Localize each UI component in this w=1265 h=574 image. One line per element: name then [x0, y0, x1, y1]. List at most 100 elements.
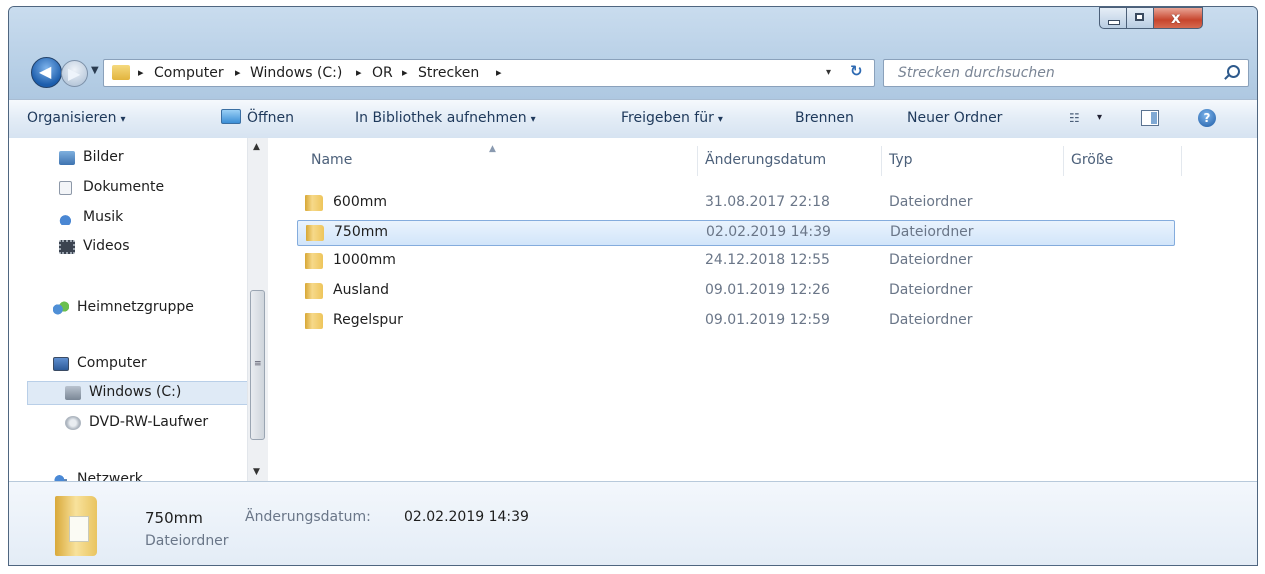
navigation-pane: Bilder Dokumente Musik Videos Heimnetzgr… [9, 138, 272, 487]
column-divider[interactable] [881, 146, 882, 176]
folder-icon [305, 195, 323, 211]
open-button[interactable]: Öffnen [247, 110, 294, 126]
scroll-up-icon[interactable]: ▲ [253, 142, 260, 152]
nav-item-label: Musik [83, 209, 124, 225]
burn-button[interactable]: Brennen [795, 110, 854, 126]
scroll-grip-icon: ≡ [254, 359, 262, 369]
pictures-icon [59, 151, 75, 165]
details-date-label: Änderungsdatum: [245, 509, 371, 525]
search-icon[interactable] [1227, 65, 1240, 78]
include-library-label: In Bibliothek aufnehmen [355, 110, 527, 126]
details-type: Dateiordner [145, 533, 229, 549]
share-button[interactable]: Freigeben für ▾ [621, 110, 723, 126]
breadcrumb-separator[interactable]: ▸ [356, 66, 362, 79]
refresh-icon[interactable]: ↻ [850, 62, 863, 80]
maximize-icon [1135, 13, 1144, 21]
nav-item-label: Dokumente [83, 179, 165, 195]
chevron-down-icon: ▾ [717, 114, 723, 125]
breadcrumb-separator[interactable]: ▸ [496, 66, 502, 79]
breadcrumb-strecken[interactable]: Strecken [418, 65, 479, 81]
nav-item-label: Heimnetzgruppe [77, 299, 194, 315]
include-library-button[interactable]: In Bibliothek aufnehmen ▾ [355, 110, 536, 126]
forward-arrow-icon: ▶ [68, 64, 81, 83]
file-type: Dateiordner [889, 282, 973, 298]
drive-icon [65, 386, 81, 400]
column-divider[interactable] [697, 146, 698, 176]
back-button[interactable]: ◀ [31, 57, 62, 88]
preview-pane-icon[interactable] [1141, 110, 1159, 126]
recent-locations-dropdown[interactable]: ▼ [91, 65, 99, 76]
breadcrumb-separator[interactable]: ▸ [402, 66, 408, 79]
file-list: ▲ Name Änderungsdatum Typ Größe 600mm 31… [271, 138, 1257, 481]
column-divider[interactable] [1063, 146, 1064, 176]
file-name: 600mm [333, 194, 387, 210]
view-options-icon[interactable]: ☷ [1069, 111, 1080, 125]
scroll-down-icon[interactable]: ▼ [253, 467, 260, 477]
share-label: Freigeben für [621, 110, 714, 126]
folder-icon [112, 65, 130, 80]
details-name: 750mm [145, 509, 203, 527]
column-header-name[interactable]: Name [311, 152, 352, 168]
nav-item-label: Bilder [83, 149, 124, 165]
nav-item-label: Videos [83, 238, 130, 254]
command-bar: Organisieren ▾ Öffnen In Bibliothek aufne… [9, 99, 1257, 139]
organize-label: Organisieren [27, 110, 117, 126]
breadcrumb-or[interactable]: OR [372, 65, 393, 81]
file-row[interactable]: 1000mm 24.12.2018 12:55 Dateiordner [297, 249, 1175, 275]
breadcrumb-separator[interactable]: ▸ [138, 66, 144, 79]
file-name: 1000mm [333, 252, 396, 268]
nav-item-label: Windows (C:) [89, 384, 182, 400]
computer-icon [53, 357, 69, 371]
column-header-date[interactable]: Änderungsdatum [705, 152, 826, 168]
maximize-button[interactable] [1126, 7, 1154, 29]
column-header-type[interactable]: Typ [889, 152, 913, 168]
minimize-icon [1108, 20, 1120, 25]
details-pane: 750mm Dateiordner Änderungsdatum: 02.02.… [9, 481, 1257, 565]
file-type: Dateiordner [890, 224, 974, 240]
file-row[interactable]: Regelspur 09.01.2019 12:59 Dateiordner [297, 309, 1175, 335]
chevron-down-icon: ▾ [120, 114, 126, 125]
file-row-selected[interactable]: 750mm 02.02.2019 14:39 Dateiordner [297, 220, 1175, 246]
search-input[interactable]: Strecken durchsuchen [898, 65, 1055, 81]
minimize-button[interactable] [1099, 7, 1127, 29]
breadcrumb-computer[interactable]: Computer [154, 65, 224, 81]
new-folder-button[interactable]: Neuer Ordner [907, 110, 1002, 126]
nav-pane-scrollbar[interactable]: ▲ ≡ ▼ [247, 138, 268, 481]
file-row[interactable]: 600mm 31.08.2017 22:18 Dateiordner [297, 191, 1175, 217]
nav-item-label: DVD-RW-Laufwer [89, 414, 209, 430]
dvd-drive-icon [65, 416, 81, 430]
breadcrumb-separator[interactable]: ▸ [235, 66, 241, 79]
explorer-window: x ◀ ▶ ▼ ▸ Computer ▸ Windows (C:) ▸ OR ▸… [8, 6, 1258, 566]
music-icon [59, 211, 75, 225]
file-date: 09.01.2019 12:59 [705, 312, 830, 328]
file-date: 02.02.2019 14:39 [706, 224, 831, 240]
details-date-value: 02.02.2019 14:39 [404, 509, 529, 525]
file-name: 750mm [334, 224, 388, 240]
search-box[interactable]: Strecken durchsuchen [883, 59, 1249, 87]
breadcrumb-windows-c[interactable]: Windows (C:) [250, 65, 342, 81]
address-bar[interactable]: ▸ Computer ▸ Windows (C:) ▸ OR ▸ Strecke… [103, 59, 875, 87]
file-type: Dateiordner [889, 252, 973, 268]
close-icon: x [1171, 9, 1181, 27]
file-type: Dateiordner [889, 312, 973, 328]
folder-icon [306, 225, 324, 241]
address-dropdown-icon[interactable]: ▾ [826, 67, 831, 78]
column-divider[interactable] [1181, 146, 1182, 176]
chevron-down-icon[interactable]: ▾ [1097, 112, 1102, 123]
sort-ascending-icon: ▲ [489, 144, 496, 154]
homegroup-icon [53, 301, 69, 315]
column-header-size[interactable]: Größe [1071, 152, 1113, 168]
forward-button[interactable]: ▶ [61, 60, 88, 87]
open-icon [221, 109, 241, 124]
file-name: Regelspur [333, 312, 403, 328]
help-icon[interactable]: ? [1198, 109, 1216, 127]
file-row[interactable]: Ausland 09.01.2019 12:26 Dateiordner [297, 279, 1175, 305]
scroll-thumb[interactable]: ≡ [250, 290, 265, 440]
nav-item-label: Computer [77, 355, 147, 371]
folder-icon [305, 283, 323, 299]
file-date: 24.12.2018 12:55 [705, 252, 830, 268]
file-date: 09.01.2019 12:26 [705, 282, 830, 298]
chevron-down-icon: ▾ [530, 114, 536, 125]
organize-button[interactable]: Organisieren ▾ [27, 110, 126, 126]
close-button[interactable]: x [1153, 7, 1203, 29]
